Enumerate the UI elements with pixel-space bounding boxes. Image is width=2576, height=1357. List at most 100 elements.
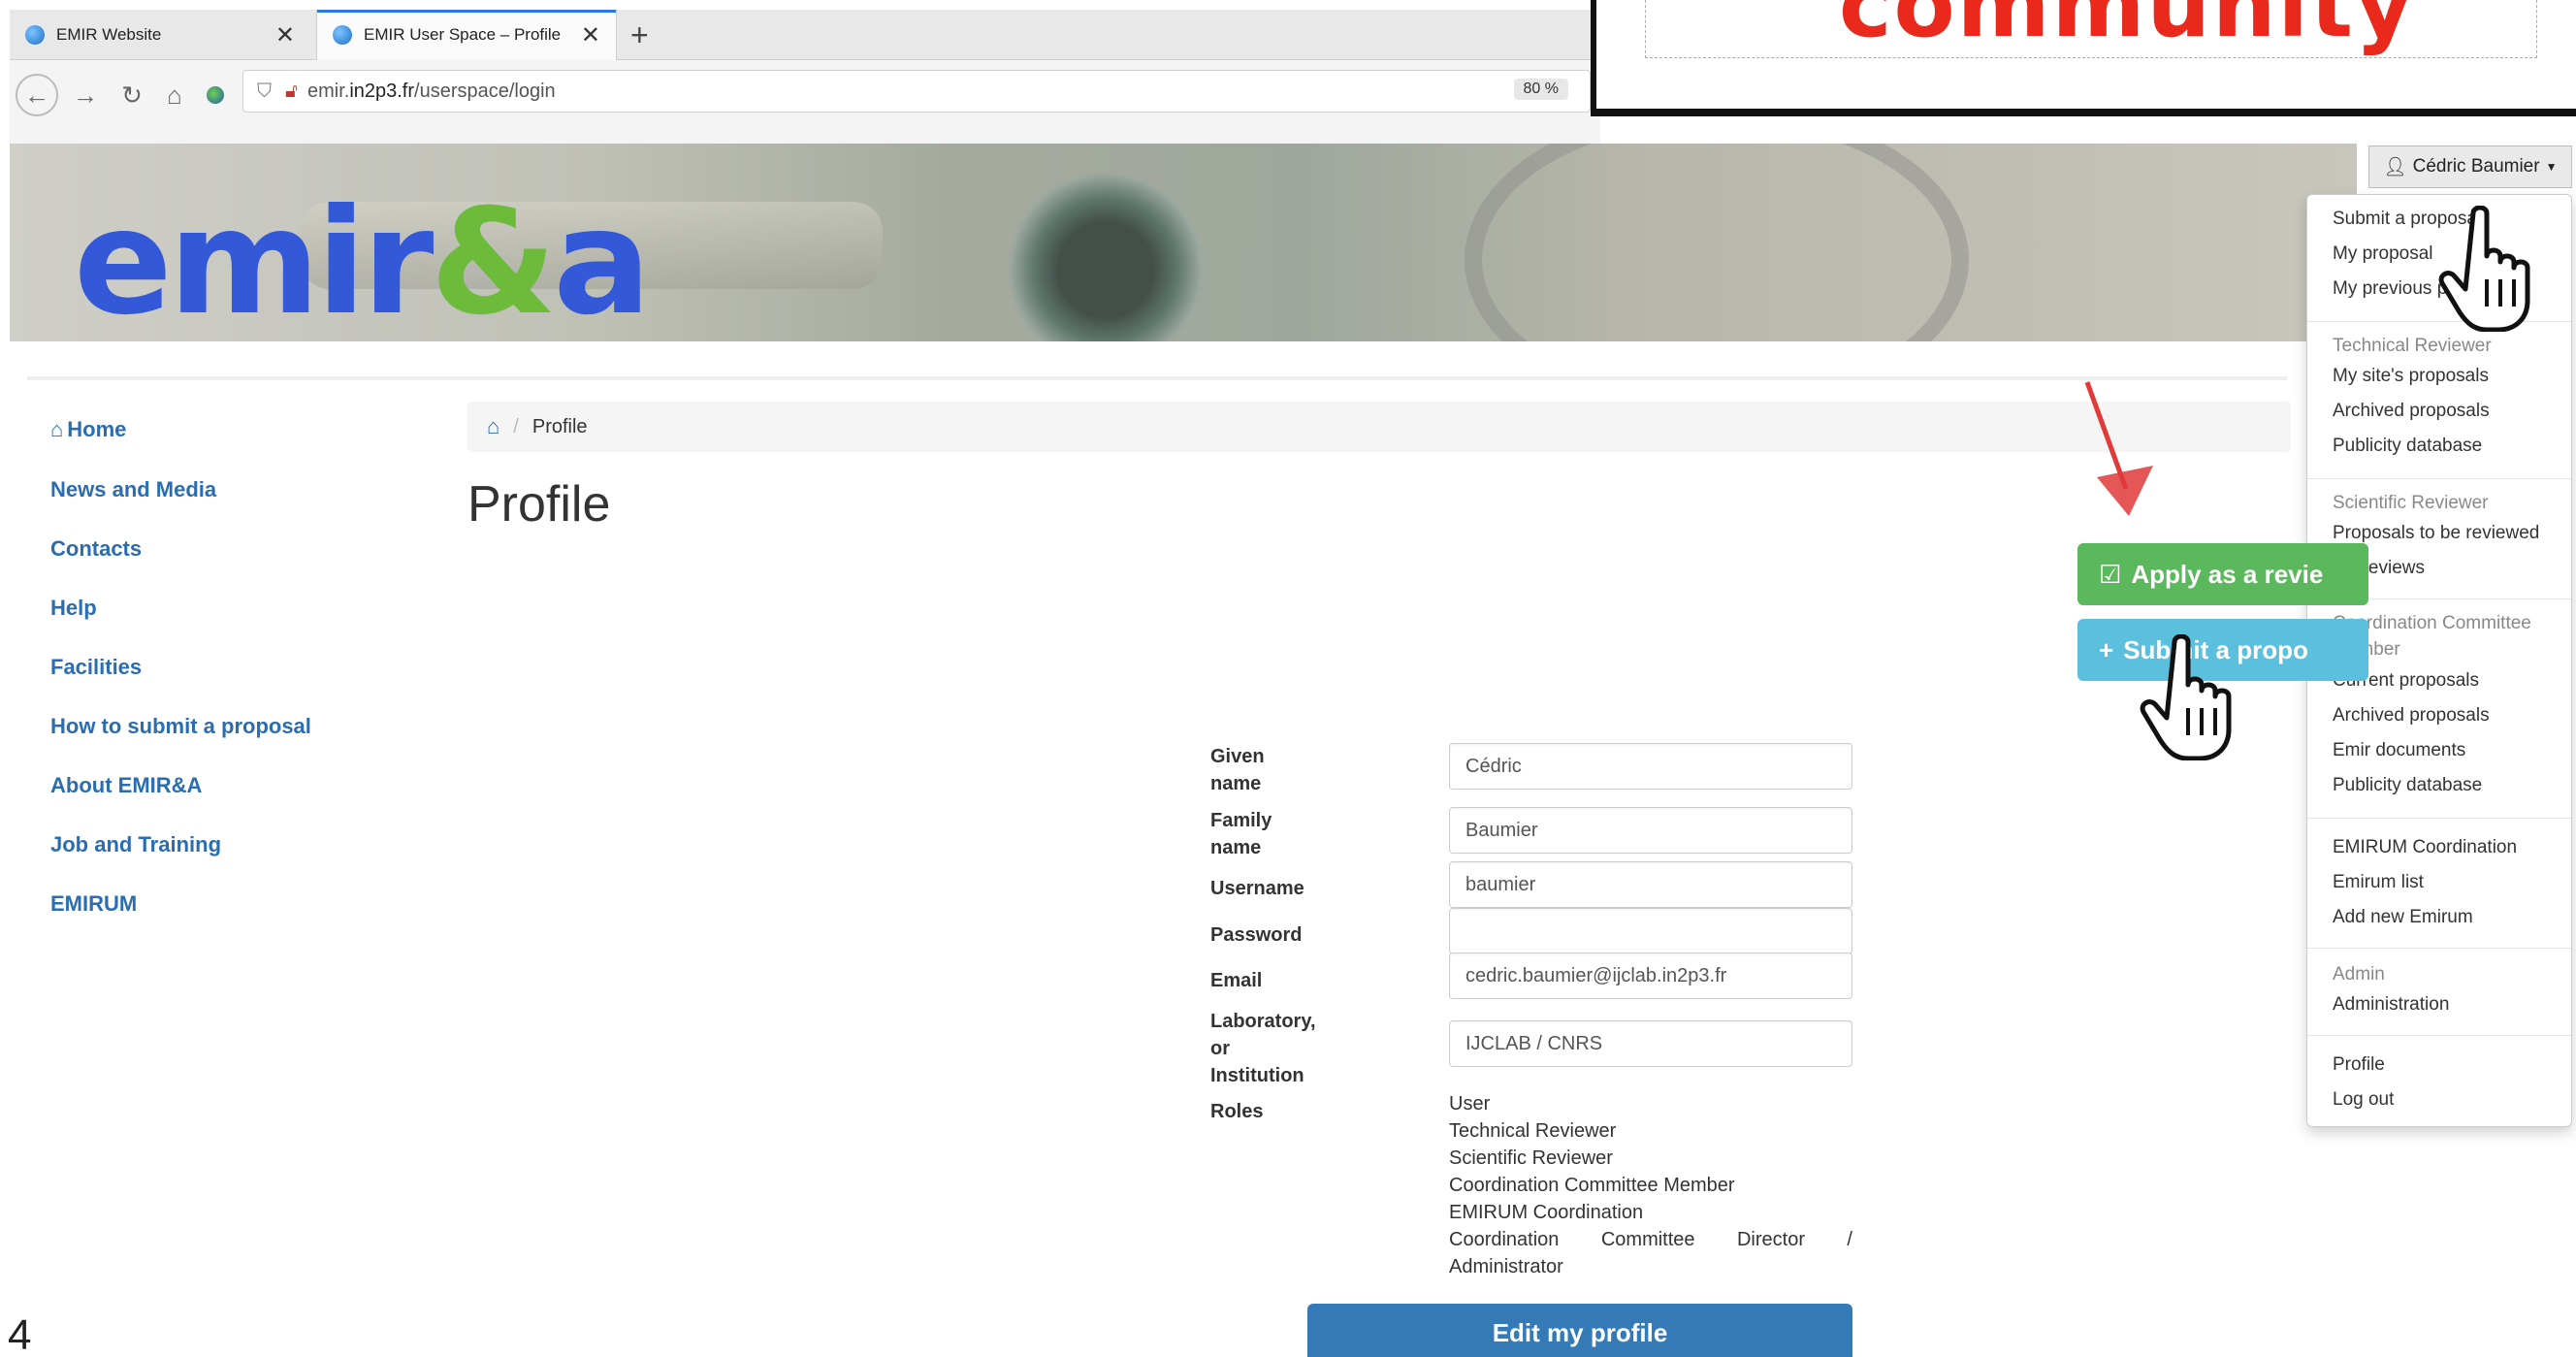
menu-divider xyxy=(2307,818,2571,819)
role-word: Director xyxy=(1736,1229,1805,1250)
menu-my-site-proposals[interactable]: My site's proposals xyxy=(2333,366,2489,387)
role-item: Administrator xyxy=(1449,1256,1563,1277)
menu-profile[interactable]: Profile xyxy=(2333,1054,2385,1076)
label-line: name xyxy=(1210,773,1262,794)
menu-divider xyxy=(2307,478,2571,479)
role-word: Coordination xyxy=(1449,1229,1560,1250)
role-item: Technical Reviewer xyxy=(1449,1120,1617,1142)
reload-icon[interactable]: ↻ xyxy=(111,74,153,116)
menu-archived-proposals[interactable]: Archived proposals xyxy=(2333,705,2490,727)
url-field[interactable]: ⛉ 🔓︎ emir. in2p3.fr/userspace/login 80 % xyxy=(242,70,1591,113)
role-item: Coordination Committee Director / xyxy=(1449,1226,1852,1253)
role-item: Scientific Reviewer xyxy=(1449,1147,1613,1169)
menu-header-technical: Technical Reviewer xyxy=(2333,336,2492,356)
emira-logo[interactable]: emir&a xyxy=(74,178,651,341)
menu-proposals-to-review[interactable]: Proposals to be reviewed xyxy=(2333,523,2539,544)
globe-icon xyxy=(25,25,45,45)
shield-icon: ⛉ xyxy=(257,80,272,102)
sidebar-item-about[interactable]: About EMIR&A xyxy=(50,773,202,798)
label-line: Laboratory, xyxy=(1210,1011,1316,1032)
user-menu-button[interactable]: 👤︎ Cédric Baumier ▼ xyxy=(2368,145,2572,188)
laboratory-field[interactable]: IJCLAB / CNRS xyxy=(1449,1020,1852,1067)
menu-emir-documents[interactable]: Emir documents xyxy=(2333,740,2465,761)
home-icon[interactable]: ⌂ xyxy=(153,74,196,116)
menu-divider xyxy=(2307,1035,2571,1036)
sidebar-item-home[interactable]: ⌂ Home xyxy=(50,417,126,442)
menu-divider xyxy=(2307,948,2571,949)
sidebar-item-facilities[interactable]: Facilities xyxy=(50,655,142,680)
insecure-lock-icon: 🔓︎ xyxy=(285,80,298,102)
banner-decoration xyxy=(1465,144,1969,341)
menu-log-out[interactable]: Log out xyxy=(2333,1089,2394,1111)
menu-publicity-database[interactable]: Publicity database xyxy=(2333,775,2482,796)
username-field[interactable]: baumier xyxy=(1449,861,1852,908)
label-line: Family xyxy=(1210,810,1272,831)
label-line: Institution xyxy=(1210,1065,1304,1086)
extension-icon[interactable] xyxy=(194,74,237,116)
tab-emir-user-space[interactable]: EMIR User Space – Profile ✕ xyxy=(316,10,617,60)
menu-archived-proposals[interactable]: Archived proposals xyxy=(2333,401,2490,422)
button-label: Apply as a revie xyxy=(2131,559,2324,589)
url-path: /userspace/login xyxy=(414,80,556,102)
email-field[interactable]: cedric.baumier@ijclab.in2p3.fr xyxy=(1449,953,1852,999)
menu-publicity-database[interactable]: Publicity database xyxy=(2333,436,2482,457)
sidebar-item-label: Home xyxy=(67,417,127,441)
edit-profile-button[interactable]: Edit my profile xyxy=(1307,1304,1852,1357)
tab-label: EMIR User Space – Profile xyxy=(364,25,562,44)
role-item: EMIRUM Coordination xyxy=(1449,1202,1644,1223)
menu-add-new-emirum[interactable]: Add new Emirum xyxy=(2333,907,2473,928)
url-prefix: emir. xyxy=(306,80,350,102)
user-name: Cédric Baumier xyxy=(2412,156,2540,177)
sidebar-item-submit-proposal[interactable]: How to submit a proposal xyxy=(50,714,311,739)
breadcrumb-current: Profile xyxy=(531,415,588,437)
apply-reviewer-button[interactable]: ☑ Apply as a revie xyxy=(2077,543,2368,605)
back-icon[interactable]: ← xyxy=(16,74,58,116)
hand-cursor-icon xyxy=(2438,206,2530,332)
password-label: Password xyxy=(1210,924,1303,946)
label-line: or xyxy=(1210,1038,1230,1059)
sidebar-item-help[interactable]: Help xyxy=(50,596,97,621)
sidebar-item-contacts[interactable]: Contacts xyxy=(50,536,142,562)
menu-emirum-list[interactable]: Emirum list xyxy=(2333,872,2424,893)
menu-my-proposal[interactable]: My proposal xyxy=(2333,243,2433,265)
close-tab-icon[interactable]: ✕ xyxy=(275,21,295,49)
logo-text: a xyxy=(553,178,651,341)
sidebar-item-emirum[interactable]: EMIRUM xyxy=(50,891,137,917)
annotation-arrow xyxy=(2084,381,2153,516)
breadcrumb-separator: / xyxy=(513,415,519,437)
tab-emir-website[interactable]: EMIR Website ✕ xyxy=(10,10,310,60)
user-icon: 👤︎ xyxy=(2383,157,2407,178)
menu-administration[interactable]: Administration xyxy=(2333,994,2449,1016)
sidebar-item-jobs[interactable]: Job and Training xyxy=(50,832,221,857)
new-tab-icon[interactable]: + xyxy=(630,17,649,53)
logo-text: emir xyxy=(74,178,434,341)
hand-cursor-icon xyxy=(2140,634,2232,760)
zoom-level[interactable]: 80 % xyxy=(1513,79,1568,100)
site-banner: emir&a xyxy=(10,144,2357,341)
email-label: Email xyxy=(1210,970,1263,991)
given-name-label: Given name xyxy=(1210,743,1265,797)
menu-emirum-coordination[interactable]: EMIRUM Coordination xyxy=(2333,837,2517,858)
family-name-label: Family name xyxy=(1210,807,1272,861)
password-field[interactable] xyxy=(1449,908,1852,954)
role-word: / xyxy=(1847,1229,1852,1250)
annotation-callout: community xyxy=(1591,0,2576,116)
role-item: Coordination Committee Member xyxy=(1449,1175,1735,1196)
label-line: name xyxy=(1210,837,1262,858)
roles-list: User Technical Reviewer Scientific Revie… xyxy=(1449,1090,1852,1280)
check-square-icon: ☑ xyxy=(2099,559,2122,589)
family-name-field[interactable]: Baumier xyxy=(1449,807,1852,854)
sidebar-item-news[interactable]: News and Media xyxy=(50,477,216,502)
header-divider xyxy=(27,376,2287,380)
slide-page-number: 4 xyxy=(8,1311,32,1357)
home-icon[interactable]: ⌂ xyxy=(487,414,499,439)
page-title: Profile xyxy=(467,476,611,533)
given-name-field[interactable]: Cédric xyxy=(1449,743,1852,790)
caret-down-icon: ▼ xyxy=(2545,160,2558,174)
logo-amp: & xyxy=(430,178,557,341)
breadcrumb: ⌂ / Profile xyxy=(467,402,2291,452)
forward-icon[interactable]: → xyxy=(64,74,107,116)
close-tab-icon[interactable]: ✕ xyxy=(581,21,600,49)
label-line: Given xyxy=(1210,746,1265,767)
tab-label: EMIR Website xyxy=(56,25,162,44)
